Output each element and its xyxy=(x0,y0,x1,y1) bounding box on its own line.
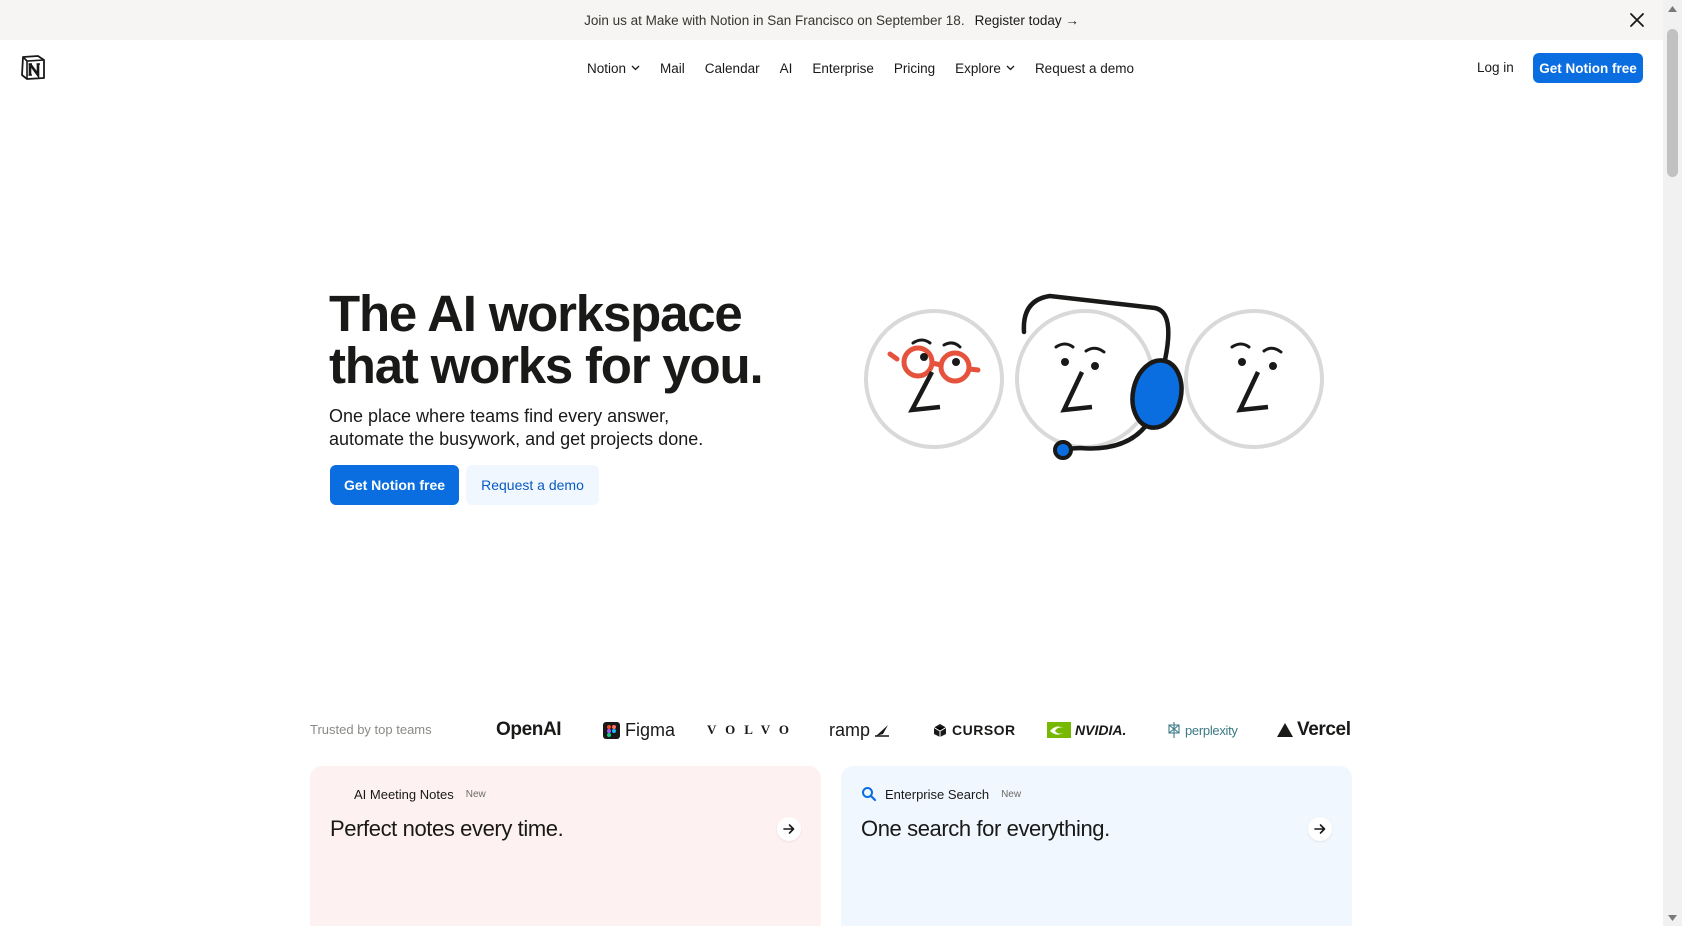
logo-text: Vercel xyxy=(1297,719,1351,740)
register-link[interactable]: Register today → xyxy=(975,13,1079,28)
nav-item-label: Notion xyxy=(587,60,627,76)
notion-logo-icon[interactable] xyxy=(20,54,46,81)
scroll-down-icon[interactable] xyxy=(1663,909,1682,926)
logo-text: CURSOR xyxy=(952,722,1016,738)
hero-title-line: that works for you. xyxy=(329,337,764,394)
announcement-banner: Join us at Make with Notion in San Franc… xyxy=(0,0,1663,40)
arrow-right-icon xyxy=(783,824,795,834)
vertical-scrollbar[interactable] xyxy=(1663,0,1682,926)
hero-request-demo-button[interactable]: Request a demo xyxy=(466,465,599,505)
nvidia-logo: NVIDIA. xyxy=(1047,716,1126,744)
ramp-logo: ramp xyxy=(829,716,890,744)
arrow-right-icon xyxy=(1314,824,1326,834)
figma-icon xyxy=(603,721,620,739)
nav-item-explore[interactable]: Explore xyxy=(945,61,1025,76)
card-title: One search for everything. xyxy=(861,816,1110,841)
hero-subtitle: One place where teams find every answer,… xyxy=(329,405,749,451)
new-badge: New xyxy=(465,788,486,800)
hero-faces-illustration xyxy=(864,293,1324,460)
trusted-label: Trusted by top teams xyxy=(310,722,432,737)
cursor-logo: CURSOR xyxy=(933,716,1016,744)
volvo-logo: VOLVO xyxy=(707,716,798,744)
scrollbar-thumb[interactable] xyxy=(1667,29,1678,177)
face-headset-icon xyxy=(1015,293,1184,460)
nvidia-eye-icon xyxy=(1047,722,1071,738)
card-title: Perfect notes every time. xyxy=(330,816,564,841)
nav-item-request-demo[interactable]: Request a demo xyxy=(1025,61,1144,76)
nav-item-label: AI xyxy=(779,60,793,76)
card-tag: AI Meeting Notes xyxy=(354,786,454,802)
hero-subtitle-line: One place where teams find every answer, xyxy=(329,406,670,426)
card-tag-row: AI Meeting Notes New xyxy=(330,786,486,802)
nav-item-label: Request a demo xyxy=(1034,60,1134,76)
enterprise-search-card[interactable]: Enterprise Search New One search for eve… xyxy=(841,766,1352,926)
logo-text: ramp xyxy=(829,719,871,740)
card-tag-row: Enterprise Search New xyxy=(861,786,1021,802)
card-arrow-button[interactable] xyxy=(777,817,801,841)
logo-text: VOLVO xyxy=(707,722,798,737)
browser-viewport: Join us at Make with Notion in San Franc… xyxy=(0,0,1682,926)
nav-get-notion-free-button[interactable]: Get Notion free xyxy=(1533,53,1643,83)
vercel-triangle-icon xyxy=(1277,723,1293,737)
nav-item-label: Pricing xyxy=(893,60,936,76)
nav-item-enterprise[interactable]: Enterprise xyxy=(802,61,884,76)
hero-subtitle-line: automate the busywork, and get projects … xyxy=(329,429,704,449)
chevron-down-icon xyxy=(631,65,640,71)
openai-logo: OpenAI xyxy=(496,716,562,744)
logo-text: Figma xyxy=(625,719,676,740)
hero-title: The AI workspace that works for you. xyxy=(329,288,789,392)
login-link[interactable]: Log in xyxy=(1477,60,1514,75)
perplexity-icon xyxy=(1168,722,1180,738)
hero-get-notion-free-button[interactable]: Get Notion free xyxy=(330,465,459,505)
face-plain-icon xyxy=(1184,309,1324,449)
page-content: Join us at Make with Notion in San Franc… xyxy=(0,0,1663,926)
nav-item-label: Calendar xyxy=(704,60,760,76)
nav-item-label: Enterprise xyxy=(812,60,874,76)
close-icon[interactable] xyxy=(1625,8,1649,32)
figma-logo: Figma xyxy=(603,716,675,744)
top-nav: Notion Mail Calendar AI Enterprise Prici… xyxy=(0,40,1663,96)
chevron-down-icon xyxy=(1006,65,1015,71)
nav-item-label: Explore xyxy=(955,60,1001,76)
nav-item-ai[interactable]: AI xyxy=(770,61,803,76)
logo-text: NVIDIA. xyxy=(1075,722,1127,738)
face-glasses-icon xyxy=(864,309,1004,449)
ramp-icon xyxy=(875,725,890,737)
search-icon xyxy=(862,787,877,802)
hero-title-line: The AI workspace xyxy=(329,285,743,342)
nav-item-calendar[interactable]: Calendar xyxy=(695,61,770,76)
ai-meeting-notes-card[interactable]: AI Meeting Notes New Perfect notes every… xyxy=(310,766,821,926)
scroll-up-icon[interactable] xyxy=(1663,0,1682,17)
nav-item-mail[interactable]: Mail xyxy=(650,61,695,76)
nav-item-notion[interactable]: Notion xyxy=(577,61,650,76)
card-tag: Enterprise Search xyxy=(885,786,990,802)
perplexity-logo: perplexity xyxy=(1167,716,1238,744)
cursor-cube-icon xyxy=(933,723,947,737)
card-arrow-button[interactable] xyxy=(1308,817,1332,841)
nav-item-label: Mail xyxy=(660,60,685,76)
logo-text: perplexity xyxy=(1185,722,1238,738)
meeting-notes-icon xyxy=(331,787,345,801)
banner-text: Join us at Make with Notion in San Franc… xyxy=(584,12,965,28)
logo-text: OpenAI xyxy=(496,719,562,740)
nav-item-pricing[interactable]: Pricing xyxy=(884,61,945,76)
vercel-logo: Vercel xyxy=(1276,716,1351,744)
new-badge: New xyxy=(1001,788,1022,800)
nav-links: Notion Mail Calendar AI Enterprise Prici… xyxy=(577,40,1144,96)
